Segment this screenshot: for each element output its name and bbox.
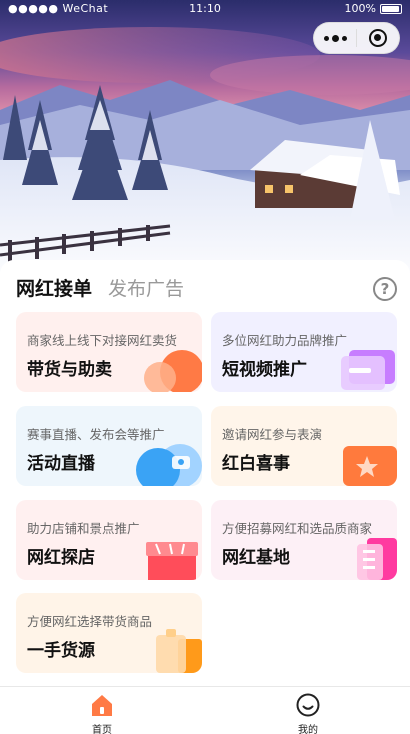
tab-bar: 网红接单 发布广告 (16, 274, 184, 301)
camera-icon (136, 444, 202, 486)
dot-icon (331, 34, 339, 42)
nav-label-home: 首页 (92, 725, 112, 734)
service-card-store-visit[interactable]: 助力店铺和景点推广 网红探店 (16, 500, 202, 580)
coins-icon (144, 350, 202, 392)
battery-percent: 100% (344, 2, 376, 15)
service-card-live-stream[interactable]: 赛事直播、发布会等推广 活动直播 (16, 406, 202, 486)
star-badge-icon (343, 446, 397, 486)
battery-icon (380, 4, 402, 14)
goods-icon (156, 629, 202, 673)
smile-icon (296, 693, 320, 717)
tab-publish-ad[interactable]: 发布广告 (108, 274, 184, 301)
help-button[interactable]: ? (373, 277, 397, 301)
more-options-button[interactable] (314, 22, 356, 54)
main-panel: 网红接单 发布广告 ? 商家线上线下对接网红卖货 带货与助卖 多位网红助力品牌推… (0, 260, 410, 686)
service-card-selling[interactable]: 商家线上线下对接网红卖货 带货与助卖 (16, 312, 202, 392)
card-title: 一手货源 (27, 641, 95, 661)
service-card-short-video[interactable]: 多位网红助力品牌推广 短视频推广 (211, 312, 397, 392)
card-title: 红白喜事 (222, 454, 290, 474)
shop-icon (146, 542, 198, 580)
service-card-ceremony[interactable]: 邀请网红参与表演 红白喜事 (211, 406, 397, 486)
service-card-supply[interactable]: 方便网红选择带货商品 一手货源 (16, 593, 202, 673)
target-icon (369, 29, 387, 47)
card-title: 网红基地 (222, 548, 290, 568)
card-title: 网红探店 (27, 548, 95, 568)
card-title: 短视频推广 (222, 360, 307, 380)
miniprogram-capsule (313, 22, 400, 54)
card-title: 带货与助卖 (27, 360, 112, 380)
status-bar: ●●●●● WeChat 11:10 100% (0, 0, 410, 18)
home-icon (92, 695, 112, 716)
nav-item-profile[interactable]: 我的 (258, 687, 358, 734)
video-icon (341, 350, 395, 390)
nav-item-home[interactable]: 首页 (52, 687, 152, 734)
card-subtitle: 邀请网红参与表演 (222, 427, 323, 442)
dot-icon (323, 35, 329, 41)
tab-influencer-orders[interactable]: 网红接单 (16, 274, 92, 301)
service-card-base[interactable]: 方便招募网红和选品质商家 网红基地 (211, 500, 397, 580)
nav-label-profile: 我的 (298, 725, 318, 734)
bottom-nav: 首页 我的 (0, 686, 410, 734)
building-icon (357, 538, 397, 580)
close-miniprogram-button[interactable] (357, 22, 399, 54)
dot-icon (341, 35, 347, 41)
card-subtitle: 助力店铺和景点推广 (27, 521, 140, 536)
card-title: 活动直播 (27, 454, 95, 474)
